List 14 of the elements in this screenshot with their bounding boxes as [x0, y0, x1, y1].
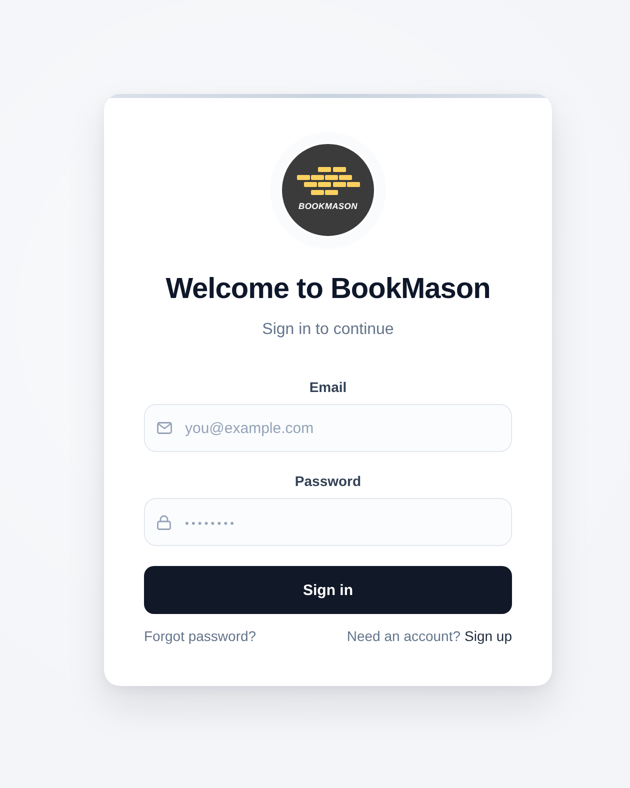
signup-prompt: Need an account? [346, 627, 461, 646]
envelope-icon [157, 422, 172, 434]
forgot-password-link[interactable]: Forgot password? [144, 626, 256, 646]
sign-in-button[interactable]: Sign in [144, 566, 512, 614]
lock-icon [157, 515, 171, 530]
sign-up-link[interactable]: Sign up [464, 626, 512, 646]
logo-wordmark: BOOKMASON [298, 201, 358, 211]
field-label: Email [309, 378, 347, 397]
welcome-heading: Welcome to BookMason [166, 272, 490, 306]
email-field[interactable]: you@example.com [144, 404, 512, 452]
password-field[interactable]: •••••••• [144, 498, 512, 546]
subtitle-text: Sign in to continue [262, 320, 394, 340]
field-label: Password [294, 472, 362, 491]
brick-wall-icon [296, 167, 360, 195]
